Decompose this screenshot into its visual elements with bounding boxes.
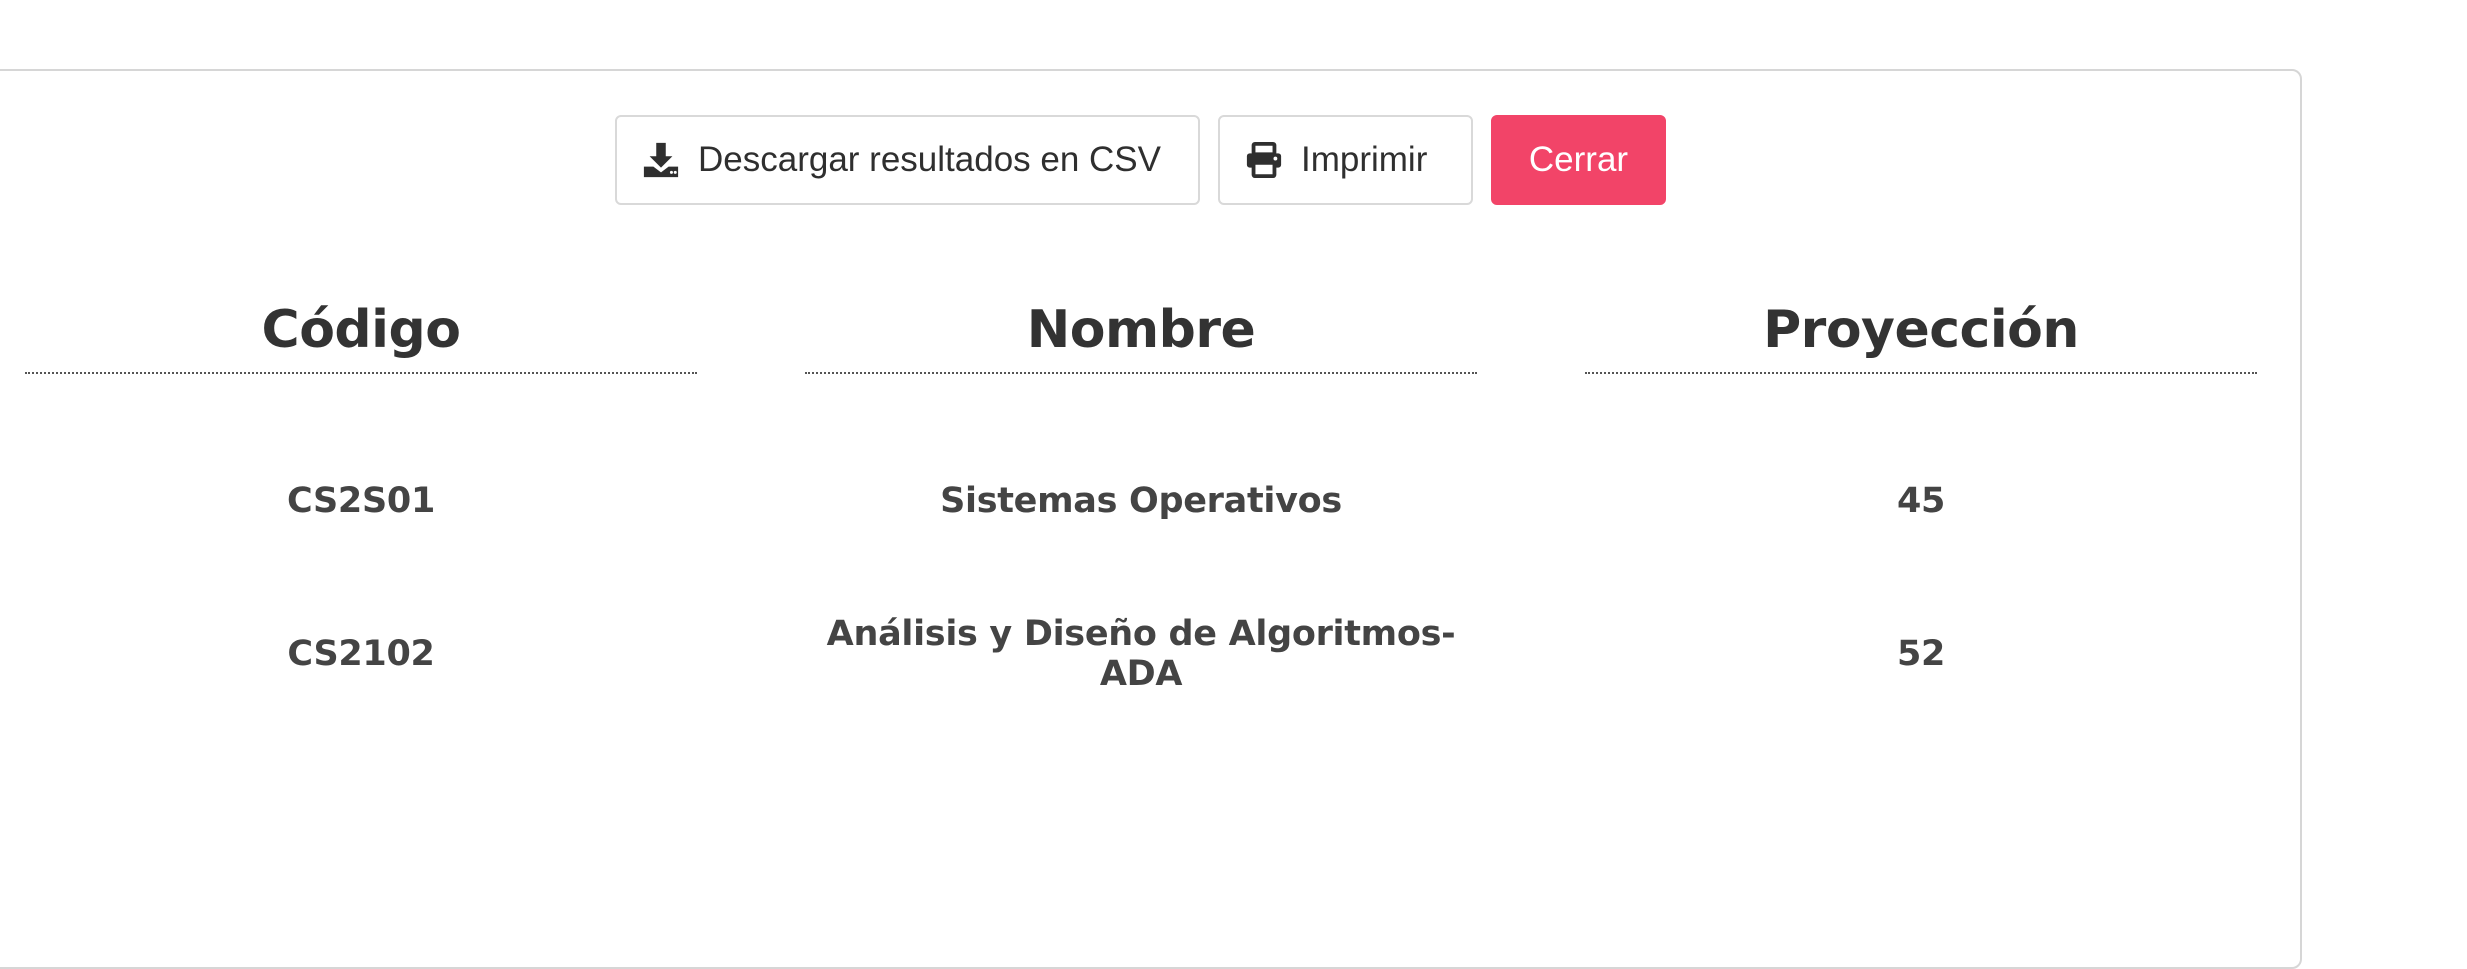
table-header: Código Nombre Proyección bbox=[25, 300, 2257, 374]
close-button[interactable]: Cerrar bbox=[1491, 115, 1666, 205]
cell-nombre: Sistemas Operativos bbox=[940, 480, 1342, 521]
download-csv-button[interactable]: Descargar resultados en CSV bbox=[615, 115, 1200, 205]
results-toolbar: Descargar resultados en CSV Imprimir Cer… bbox=[615, 115, 1666, 205]
print-button[interactable]: Imprimir bbox=[1218, 115, 1473, 205]
results-table: Código Nombre Proyección CS2S01 Sistemas… bbox=[25, 300, 2257, 730]
cell-nombre: Análisis y Diseño de Algoritmos-ADA bbox=[826, 613, 1456, 694]
print-label: Imprimir bbox=[1301, 140, 1428, 179]
close-label: Cerrar bbox=[1528, 140, 1629, 179]
column-header-codigo: Código bbox=[25, 300, 697, 374]
table-row: CS2102 Análisis y Diseño de Algoritmos-A… bbox=[25, 577, 2257, 730]
table-body: CS2S01 Sistemas Operativos 45 CS2102 Aná… bbox=[25, 424, 2257, 730]
column-header-nombre: Nombre bbox=[805, 300, 1477, 374]
printer-icon bbox=[1246, 141, 1282, 179]
cell-proyeccion: 45 bbox=[1896, 480, 1946, 521]
cell-proyeccion: 52 bbox=[1896, 633, 1946, 674]
column-header-proyeccion: Proyección bbox=[1585, 300, 2257, 374]
table-row: CS2S01 Sistemas Operativos 45 bbox=[25, 424, 2257, 577]
cell-codigo: CS2S01 bbox=[286, 480, 435, 521]
cell-codigo: CS2102 bbox=[287, 633, 435, 674]
download-icon bbox=[643, 142, 679, 178]
download-csv-label: Descargar resultados en CSV bbox=[698, 140, 1161, 179]
